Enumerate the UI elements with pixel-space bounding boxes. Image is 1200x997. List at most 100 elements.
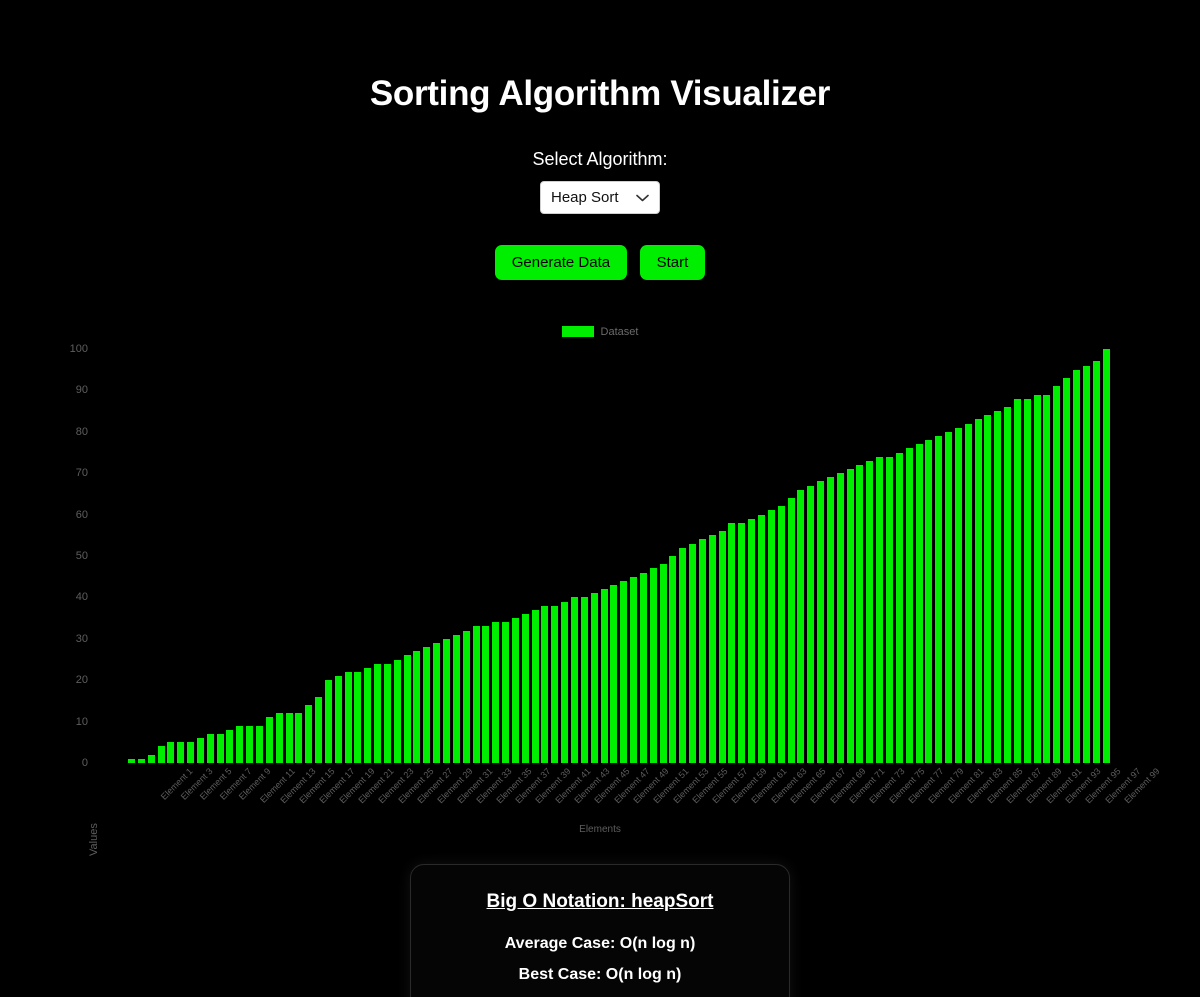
bar[interactable] — [974, 419, 982, 763]
bar[interactable] — [216, 734, 224, 763]
bar[interactable] — [305, 705, 313, 763]
bar[interactable] — [492, 622, 500, 763]
bar[interactable] — [915, 444, 923, 763]
bar[interactable] — [295, 713, 303, 763]
bar[interactable] — [147, 754, 155, 763]
bar[interactable] — [817, 481, 825, 763]
bar[interactable] — [767, 510, 775, 763]
bar[interactable] — [521, 613, 529, 763]
bar[interactable] — [590, 593, 598, 763]
bar[interactable] — [255, 725, 263, 763]
bar[interactable] — [1092, 361, 1100, 763]
bar[interactable] — [925, 440, 933, 763]
bar[interactable] — [777, 506, 785, 763]
bar[interactable] — [797, 489, 805, 763]
bar[interactable] — [344, 671, 352, 763]
bar[interactable] — [1004, 406, 1012, 763]
bar[interactable] — [285, 713, 293, 763]
bar[interactable] — [639, 572, 647, 763]
bar[interactable] — [137, 758, 145, 763]
bar[interactable] — [1013, 398, 1021, 763]
bar[interactable] — [679, 547, 687, 763]
bar[interactable] — [1033, 394, 1041, 763]
bar[interactable] — [551, 605, 559, 763]
bar[interactable] — [561, 601, 569, 763]
bar[interactable] — [570, 597, 578, 763]
bar[interactable] — [758, 514, 765, 763]
bar[interactable] — [374, 663, 382, 763]
bar[interactable] — [452, 634, 460, 763]
bar[interactable] — [324, 680, 332, 763]
bar[interactable] — [728, 522, 736, 763]
bar[interactable] — [226, 729, 234, 763]
bar[interactable] — [206, 734, 214, 763]
bar[interactable] — [1102, 349, 1110, 763]
generate-data-button[interactable]: Generate Data — [494, 245, 628, 281]
bar[interactable] — [482, 626, 490, 763]
bar[interactable] — [531, 609, 539, 763]
bar[interactable] — [866, 460, 874, 763]
bar[interactable] — [876, 456, 884, 763]
bar[interactable] — [462, 630, 470, 763]
bar[interactable] — [403, 655, 411, 763]
bar[interactable] — [935, 435, 943, 763]
bar[interactable] — [511, 618, 519, 763]
bar[interactable] — [423, 647, 431, 763]
bar[interactable] — [1023, 398, 1031, 763]
bar[interactable] — [541, 605, 549, 763]
bar[interactable] — [748, 518, 756, 763]
bar[interactable] — [600, 589, 608, 763]
bar[interactable] — [807, 485, 815, 763]
bar[interactable] — [187, 742, 195, 763]
bar[interactable] — [354, 671, 362, 763]
bar[interactable] — [443, 638, 450, 763]
bar[interactable] — [984, 415, 992, 763]
bar[interactable] — [265, 717, 273, 763]
bar[interactable] — [836, 473, 844, 763]
bar[interactable] — [738, 522, 746, 763]
bar[interactable] — [698, 539, 706, 763]
bar[interactable] — [413, 651, 421, 763]
bar[interactable] — [649, 568, 657, 763]
bar[interactable] — [964, 423, 972, 763]
bar[interactable] — [128, 758, 135, 763]
bar[interactable] — [895, 452, 903, 763]
bar[interactable] — [383, 663, 391, 763]
bar[interactable] — [954, 427, 962, 763]
bar[interactable] — [236, 725, 244, 763]
bar[interactable] — [315, 696, 323, 763]
bar[interactable] — [856, 464, 864, 763]
start-button[interactable]: Start — [639, 245, 706, 281]
bar[interactable] — [433, 642, 441, 763]
bar[interactable] — [1073, 369, 1080, 763]
bar[interactable] — [659, 564, 667, 763]
bar[interactable] — [502, 622, 510, 763]
bar[interactable] — [610, 584, 618, 763]
bar[interactable] — [994, 411, 1002, 763]
bar[interactable] — [718, 531, 726, 763]
bar[interactable] — [689, 543, 697, 763]
bar[interactable] — [905, 448, 913, 763]
bar[interactable] — [177, 742, 185, 763]
bar[interactable] — [393, 659, 401, 763]
bar[interactable] — [334, 676, 342, 763]
bar[interactable] — [630, 576, 638, 763]
bar[interactable] — [1082, 365, 1090, 763]
bar[interactable] — [472, 626, 480, 763]
bar[interactable] — [846, 469, 854, 763]
bar[interactable] — [1053, 386, 1061, 763]
bar[interactable] — [157, 746, 165, 763]
algorithm-select[interactable]: Heap Sort — [540, 181, 660, 214]
bar[interactable] — [826, 477, 834, 763]
bar[interactable] — [620, 580, 628, 763]
bar[interactable] — [787, 498, 795, 763]
bar[interactable] — [1063, 377, 1071, 763]
bar[interactable] — [945, 431, 953, 763]
bar[interactable] — [275, 713, 283, 763]
bar[interactable] — [1043, 394, 1051, 763]
bar[interactable] — [364, 667, 372, 763]
bar[interactable] — [885, 456, 893, 763]
bar[interactable] — [196, 738, 204, 763]
bar[interactable] — [580, 597, 588, 763]
legend-item-dataset[interactable]: Dataset — [561, 326, 638, 338]
